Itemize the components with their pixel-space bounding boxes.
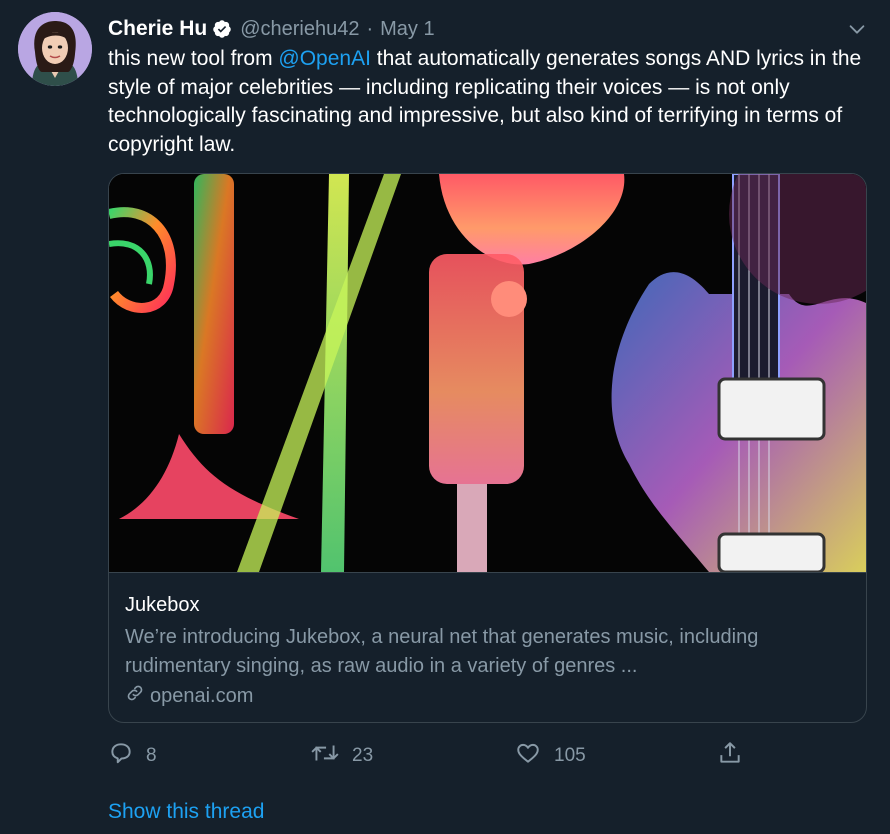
link-card[interactable]: Jukebox We’re introducing Jukebox, a neu…: [108, 173, 867, 723]
author-name[interactable]: Cherie Hu: [108, 17, 207, 41]
card-description: We’re introducing Jukebox, a neural net …: [125, 626, 759, 677]
card-image[interactable]: [109, 174, 866, 574]
like-icon: [514, 740, 554, 772]
reply-count: 8: [146, 745, 157, 766]
author-handle[interactable]: @cheriehu42: [240, 18, 359, 41]
verified-badge-icon: [212, 19, 232, 39]
tweet-text-before: this new tool from: [108, 47, 279, 70]
retweet-button[interactable]: 23: [310, 740, 373, 772]
tweet-text: this new tool from @OpenAI that automati…: [108, 45, 868, 159]
retweet-count: 23: [352, 745, 374, 766]
share-icon: [717, 740, 755, 772]
link-icon: [125, 683, 150, 709]
avatar[interactable]: [18, 12, 92, 86]
like-button[interactable]: 105: [514, 740, 586, 772]
tweet-date[interactable]: May 1: [380, 18, 434, 41]
tweet-header: Cherie Hu @cheriehu42 · May 1: [108, 14, 435, 44]
show-thread-link[interactable]: Show this thread: [108, 800, 264, 824]
separator-dot: ·: [366, 17, 374, 40]
retweet-icon: [310, 740, 352, 772]
card-domain-text: openai.com: [150, 684, 254, 707]
mention-link[interactable]: @OpenAI: [278, 47, 371, 70]
action-bar: 8 23 105: [0, 736, 890, 772]
card-title: Jukebox: [125, 594, 200, 616]
card-body[interactable]: Jukebox We’re introducing Jukebox, a neu…: [109, 572, 866, 722]
card-domain: openai.com: [125, 683, 253, 709]
reply-button[interactable]: 8: [108, 740, 157, 772]
reply-icon: [108, 740, 146, 772]
chevron-down-icon[interactable]: [846, 18, 868, 40]
share-button[interactable]: [717, 740, 755, 772]
like-count: 105: [554, 745, 586, 766]
